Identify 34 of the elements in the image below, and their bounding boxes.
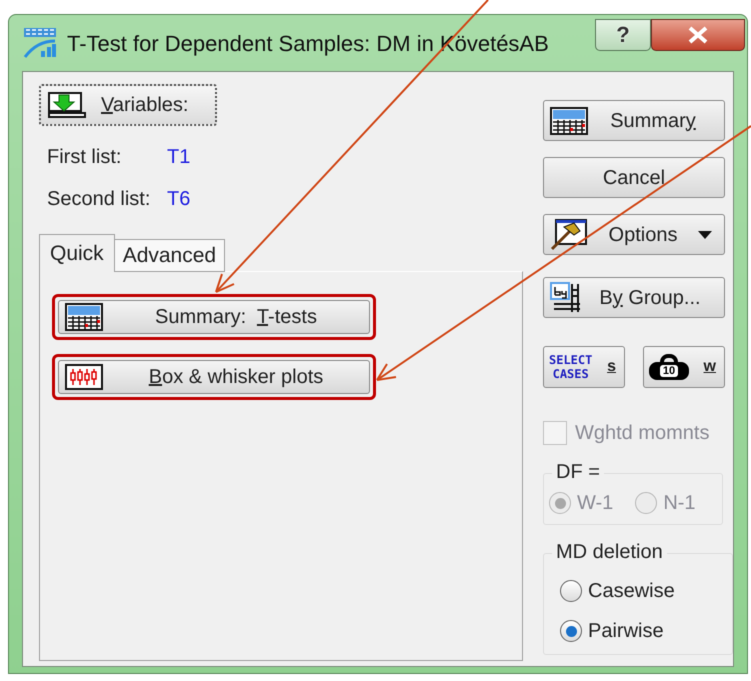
action-button[interactable]: Summary: T-tests bbox=[58, 300, 370, 334]
options-button[interactable]: Options bbox=[543, 214, 725, 255]
radio-label: W-1 bbox=[577, 491, 614, 516]
close-button[interactable] bbox=[651, 19, 745, 51]
weight-button[interactable]: 10 w bbox=[643, 346, 725, 388]
dropdown-arrow-icon bbox=[698, 230, 712, 238]
hammer-icon bbox=[550, 218, 588, 250]
close-icon bbox=[687, 26, 709, 44]
radio-label: N-1 bbox=[663, 491, 696, 516]
download-icon bbox=[47, 91, 87, 119]
action-button[interactable]: Box & whisker plots bbox=[58, 360, 370, 394]
tab[interactable]: Quick bbox=[39, 234, 115, 272]
radio-button[interactable] bbox=[560, 580, 582, 602]
radio-label: Casewise bbox=[588, 579, 675, 604]
box-plot-icon bbox=[65, 364, 103, 390]
plain-button[interactable]: Cancel bbox=[543, 157, 725, 198]
table-icon bbox=[65, 303, 103, 331]
app-icon bbox=[23, 27, 57, 59]
select-cases-button[interactable]: SELECT CASES s bbox=[543, 346, 625, 388]
radio-button[interactable] bbox=[560, 620, 582, 642]
variables-button[interactable]: Variables: bbox=[39, 84, 217, 126]
radio-label: Pairwise bbox=[588, 619, 664, 644]
tab[interactable]: Advanced bbox=[114, 239, 226, 272]
select-cases-icon: SELECT CASES bbox=[549, 353, 592, 381]
list-value: T1 bbox=[167, 145, 190, 170]
by-group-icon bbox=[550, 282, 582, 314]
bygroup-button[interactable]: By Group... bbox=[543, 277, 725, 318]
list-value: T6 bbox=[167, 187, 190, 212]
list-label: Second list: bbox=[47, 187, 152, 212]
list-label: First list: bbox=[47, 145, 122, 170]
table-icon bbox=[550, 106, 588, 134]
summary-button[interactable]: Summary bbox=[543, 100, 725, 141]
checkbox-label: Wghtd momnts bbox=[575, 421, 710, 446]
help-button[interactable]: ? bbox=[595, 19, 651, 51]
